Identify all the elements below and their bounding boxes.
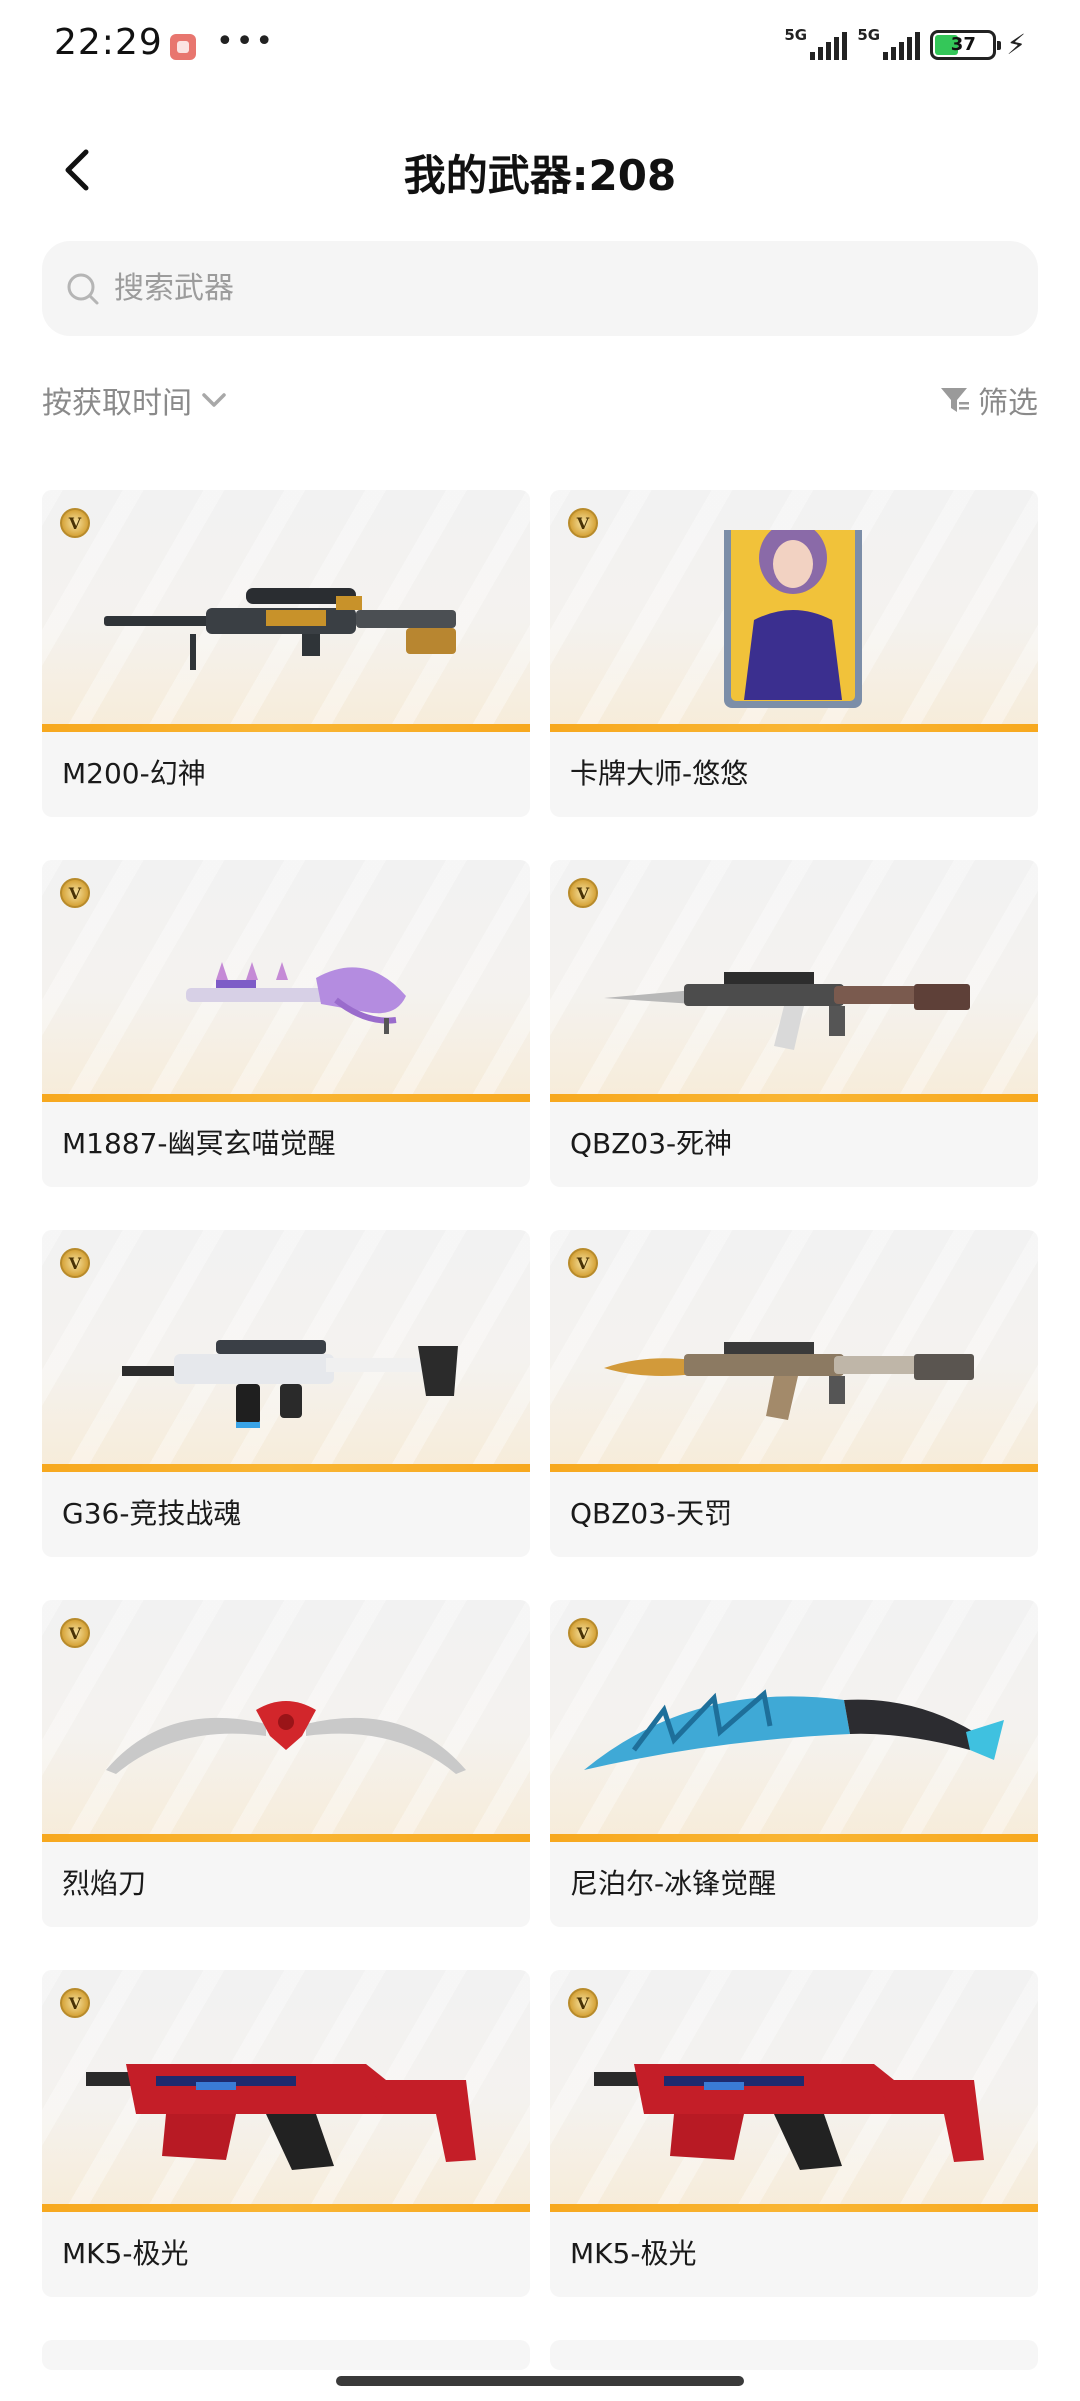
weapon-card[interactable]: V 烈焰刀 [42,1600,530,1927]
assault-rifle-icon [122,1340,458,1428]
sniper-rifle-icon [104,588,456,670]
weapon-grid: V M200-幻神 V 卡牌大师-悠悠 V M1887-幽冥玄喵觉醒 V QBZ… [42,490,1038,2370]
weapon-name: 尼泊尔-冰锋觉醒 [570,1867,777,1900]
weapon-card[interactable]: V 卡牌大师-悠悠 [550,490,1038,817]
more-notifications-icon: ••• [216,24,276,59]
rarity-bar [42,724,530,732]
weapon-card[interactable]: V QBZ03-死神 [550,860,1038,1187]
filter-icon [941,388,969,412]
rarity-bar [42,1094,530,1102]
filter-button[interactable]: 筛选 [938,378,1038,422]
weapon-name: QBZ03-死神 [570,1127,733,1160]
weapon-name: G36-竞技战魂 [62,1497,242,1530]
weapon-card[interactable]: V M200-幻神 [42,490,530,817]
app-notification-icon [170,34,196,60]
rarity-bar [550,2204,1038,2212]
weapon-name: 烈焰刀 [62,1867,147,1900]
search-input[interactable] [114,271,1014,306]
weapon-card[interactable]: V MK5-极光 [550,1970,1038,2297]
weapon-card[interactable]: V QBZ03-天罚 [550,1230,1038,1557]
chevron-down-icon [202,393,226,407]
rarity-bar [550,1094,1038,1102]
weapon-name: QBZ03-天罚 [570,1497,733,1530]
page-header: 我的武器:208 [0,120,1080,220]
status-indicators: 5G 5G 37 ⚡ [784,26,1026,62]
assault-rifle-icon [604,1342,974,1420]
assault-rifle-icon [604,972,970,1050]
weapon-card[interactable]: V 尼泊尔-冰锋觉醒 [550,1600,1038,1927]
page-title: 我的武器:208 [403,151,677,200]
curved-blade-icon [584,1689,1004,1770]
weapon-card-partial[interactable] [550,2340,1038,2370]
weapon-card[interactable]: V MK5-极光 [42,1970,530,2297]
weapon-name: 卡牌大师-悠悠 [570,757,749,790]
character-card-icon [724,530,862,708]
search-bar[interactable] [42,241,1038,336]
battery-icon: 37 [930,29,1002,60]
weapon-card-partial[interactable] [42,2340,530,2370]
status-bar: 22:29 ••• 5G 5G 37 ⚡ [0,0,1080,90]
battery-level: 37 [950,33,976,55]
status-time: 22:29 [54,22,163,63]
home-indicator[interactable] [336,2376,744,2386]
shotgun-icon [186,962,406,1034]
smg-icon [86,2064,476,2170]
charging-icon: ⚡ [1006,28,1026,61]
weapon-name: MK5-极光 [570,2237,697,2270]
rarity-bar [550,1834,1038,1842]
filter-label: 筛选 [978,386,1038,421]
rarity-bar [42,2204,530,2212]
twin-blade-icon [106,1701,466,1774]
smg-icon [594,2064,984,2170]
weapon-card[interactable]: V M1887-幽冥玄喵觉醒 [42,860,530,1187]
sort-dropdown[interactable]: 按获取时间 [42,378,228,422]
signal-icon: 5G [784,26,848,60]
rarity-bar [550,724,1038,732]
weapon-name: M200-幻神 [62,757,206,790]
weapon-name: MK5-极光 [62,2237,189,2270]
sort-label: 按获取时间 [42,386,192,421]
network-type-label-2: 5G [857,25,881,44]
weapon-name: M1887-幽冥玄喵觉醒 [62,1127,336,1160]
search-icon [67,273,99,304]
rarity-bar [42,1834,530,1842]
rarity-bar [550,1464,1038,1472]
signal-icon-2: 5G [857,26,921,60]
weapon-card[interactable]: V G36-竞技战魂 [42,1230,530,1557]
rarity-bar [42,1464,530,1472]
network-type-label: 5G [784,25,808,44]
